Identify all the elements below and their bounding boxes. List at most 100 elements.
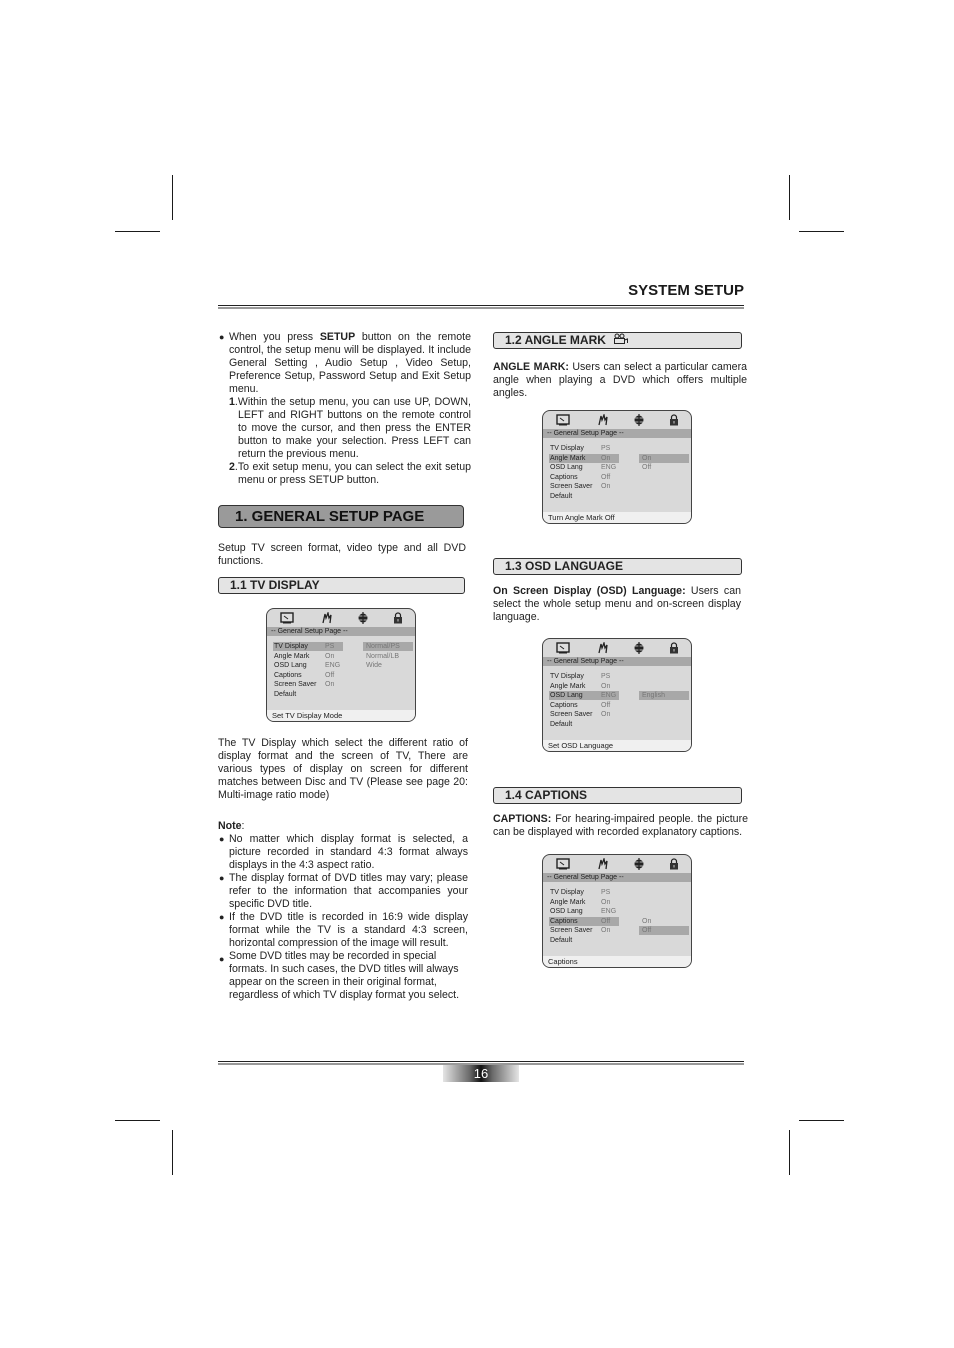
tv-display-tab-icon[interactable] bbox=[280, 612, 294, 624]
osd-menu-row[interactable]: Screen Saver On bbox=[267, 680, 415, 689]
audio-tab-icon[interactable] bbox=[596, 640, 610, 654]
osd-row-label: Captions bbox=[550, 917, 578, 925]
osd-option[interactable]: On bbox=[639, 917, 689, 926]
bullet-icon: ● bbox=[219, 332, 225, 342]
password-tab-icon[interactable] bbox=[667, 414, 681, 426]
osd-option[interactable]: Off bbox=[639, 926, 689, 935]
osd-row-value: On bbox=[601, 682, 611, 690]
osd-menu-row[interactable]: TV Display PS bbox=[543, 888, 691, 897]
osd-row-label: OSD Lang bbox=[550, 464, 583, 471]
osd-row-value: ENG bbox=[601, 464, 617, 471]
osd-menu-row[interactable]: Angle Mark On bbox=[543, 682, 691, 691]
osd-language-description: On Screen Display (OSD) Language: Users … bbox=[493, 585, 742, 623]
osd-row-value: PS bbox=[601, 673, 611, 680]
osd-row-value: On bbox=[325, 652, 335, 660]
osd-row-label: Default bbox=[550, 720, 573, 728]
osd-tab-bar bbox=[543, 640, 691, 657]
osd-row-value: Off bbox=[601, 917, 611, 925]
osd-option[interactable]: English bbox=[639, 691, 689, 700]
osd-option[interactable]: Wide bbox=[363, 661, 413, 670]
osd-row-value: On bbox=[601, 898, 611, 906]
password-tab-icon[interactable] bbox=[391, 612, 405, 624]
crop-mark bbox=[789, 175, 790, 220]
osd-option[interactable]: Off bbox=[639, 463, 689, 472]
crop-mark bbox=[799, 1120, 844, 1121]
osd-menu-row[interactable]: Captions Off bbox=[267, 671, 415, 680]
osd-row-value: ENG bbox=[325, 662, 341, 669]
bullet-icon: ● bbox=[219, 954, 225, 964]
intro-section: ● When you press SETUP button on the rem… bbox=[218, 331, 471, 487]
video-tab-icon[interactable] bbox=[632, 858, 646, 870]
osd-row-value: On bbox=[325, 681, 335, 688]
osd-tab-bar bbox=[543, 856, 691, 873]
password-tab-icon[interactable] bbox=[667, 858, 681, 870]
osd-status-bar: Turn Angle Mark Off bbox=[543, 512, 691, 523]
osd-status-bar: Set OSD Language bbox=[543, 740, 691, 751]
osd-row-label: Angle Mark bbox=[550, 454, 586, 462]
osd-option[interactable]: Normal/LB bbox=[363, 652, 413, 661]
osd-row-label: Default bbox=[274, 690, 297, 698]
osd-menu-row[interactable]: Captions Off bbox=[543, 473, 691, 482]
osd-row-value: PS bbox=[325, 643, 335, 650]
osd-row-value: ENG bbox=[601, 908, 617, 915]
osd-menu-row[interactable]: Angle Mark On bbox=[543, 898, 691, 907]
osd-menu-row[interactable]: Default bbox=[543, 492, 691, 501]
osd-row-value: PS bbox=[601, 889, 611, 896]
bullet-icon: ● bbox=[219, 834, 225, 844]
general-setup-description: Setup TV screen format, video type and a… bbox=[218, 542, 466, 567]
osd-row-label: TV Display bbox=[274, 643, 308, 650]
tv-display-tab-icon[interactable] bbox=[556, 414, 570, 426]
osd-menu-row[interactable]: TV Display PS bbox=[543, 672, 691, 681]
osd-row-label: Angle Mark bbox=[550, 898, 586, 906]
password-tab-icon[interactable] bbox=[667, 642, 681, 654]
osd-menu-row[interactable]: Captions Off bbox=[543, 701, 691, 710]
camera-angle-icon bbox=[613, 333, 629, 348]
osd-row-label: Default bbox=[550, 492, 573, 500]
note-item: ● If the DVD title is recorded in 16:9 wi… bbox=[219, 911, 468, 949]
osd-option[interactable]: Normal/PS bbox=[363, 642, 413, 651]
osd-row-value: On bbox=[601, 483, 611, 490]
audio-tab-icon[interactable] bbox=[596, 856, 610, 870]
video-tab-icon[interactable] bbox=[632, 414, 646, 426]
osd-menu-row[interactable]: Default bbox=[267, 690, 415, 699]
osd-menu-row[interactable]: Default bbox=[543, 936, 691, 945]
video-tab-icon[interactable] bbox=[632, 642, 646, 654]
note-section: Note: ● No matter which display format is… bbox=[218, 820, 468, 1001]
osd-status-bar: Set TV Display Mode bbox=[267, 710, 415, 721]
osd-row-label: Angle Mark bbox=[274, 652, 310, 660]
osd-row-label: Angle Mark bbox=[550, 682, 586, 690]
osd-menu-row[interactable]: Screen Saver On bbox=[543, 482, 691, 491]
osd-option[interactable]: On bbox=[639, 453, 689, 463]
osd-menu-row[interactable]: Screen Saver On bbox=[543, 710, 691, 719]
osd-row-value: ENG bbox=[601, 692, 617, 699]
osd-tab-bar bbox=[267, 610, 415, 627]
osd-row-value: Off bbox=[601, 701, 611, 709]
tv-display-tab-icon[interactable] bbox=[556, 858, 570, 870]
audio-tab-icon[interactable] bbox=[320, 610, 334, 624]
tv-display-tab-icon[interactable] bbox=[556, 642, 570, 654]
page-header-title: SYSTEM SETUP bbox=[628, 282, 744, 299]
osd-language-heading: 1.3 OSD LANGUAGE bbox=[493, 558, 742, 575]
osd-row-label: Captions bbox=[550, 473, 578, 481]
osd-screen-tv-display: -- General Setup Page -- TV Display PS Angl… bbox=[266, 608, 416, 722]
audio-tab-icon[interactable] bbox=[596, 412, 610, 426]
captions-heading: 1.4 CAPTIONS bbox=[493, 787, 742, 804]
osd-menu-row[interactable]: OSD Lang ENG bbox=[543, 907, 691, 916]
crop-mark bbox=[115, 1120, 160, 1121]
osd-menu-row[interactable]: TV Display PS bbox=[543, 444, 691, 453]
osd-row-value: Off bbox=[601, 473, 611, 481]
osd-screen-osd-language: -- General Setup Page -- TV Display PS Angl… bbox=[542, 638, 692, 752]
osd-row-value: Off bbox=[325, 671, 335, 679]
osd-row-label: Screen Saver bbox=[550, 927, 593, 934]
page-number: 16 bbox=[443, 1065, 519, 1082]
note-item: ● Some DVD titles may be recorded in spec… bbox=[219, 950, 460, 1001]
osd-menu-row[interactable]: Default bbox=[543, 720, 691, 729]
note-label: Note bbox=[218, 820, 242, 832]
video-tab-icon[interactable] bbox=[356, 612, 370, 624]
osd-row-label: Screen Saver bbox=[550, 483, 593, 490]
crop-mark bbox=[789, 1130, 790, 1175]
tv-display-heading: 1.1 TV DISPLAY bbox=[218, 577, 465, 594]
osd-row-value: On bbox=[601, 454, 611, 462]
osd-row-label: OSD Lang bbox=[550, 908, 583, 915]
angle-mark-description: ANGLE MARK: Users can select a particula… bbox=[493, 361, 747, 399]
